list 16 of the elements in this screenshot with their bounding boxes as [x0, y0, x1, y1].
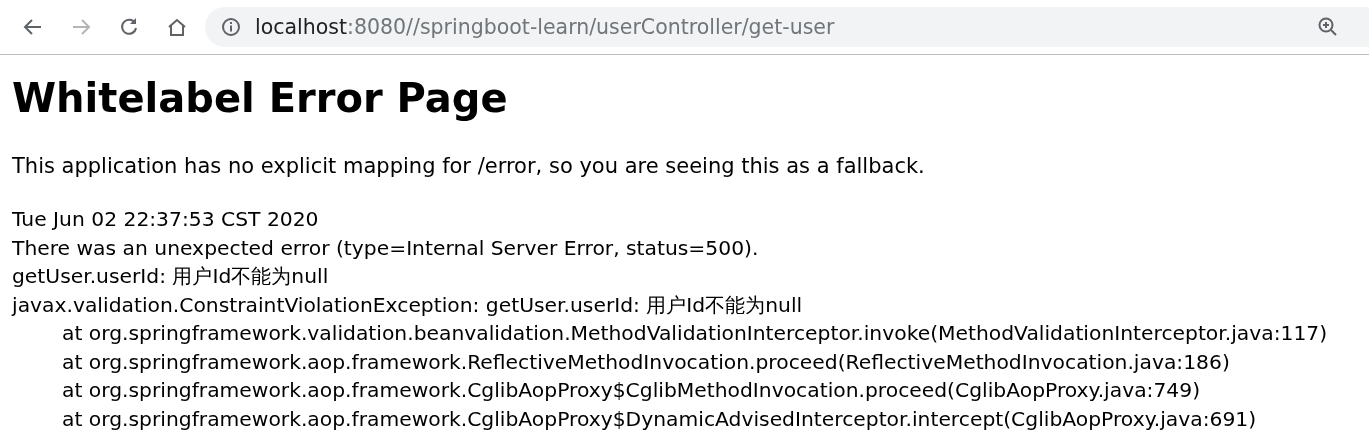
error-detail: getUser.userId: 用户Id不能为null	[12, 263, 330, 290]
address-bar[interactable]: localhost:8080//springboot-learn/userController/get-user	[205, 7, 1369, 47]
stack-trace-line: at org.springframework.aop.framework.CglibAopProxy$CglibMethodInvocation.proceed(CglibAopProxy.java:749)	[61, 377, 1202, 404]
reload-icon	[118, 16, 140, 38]
error-detail: There was an unexpected error (type=Internal Server Error, status=500).	[12, 234, 760, 262]
stack-trace-line: at org.springframework.aop.framework.CglibAopProxy$DynamicAdvisedInterceptor.intercept(CglibAopProxy.java:691)	[61, 405, 1258, 433]
error-detail: Tue Jun 02 22:37:53 CST 2020	[12, 206, 320, 233]
stack-trace-line: at org.springframework.aop.framework.ReflectiveMethodInvocation.proceed(ReflectiveMethodInvocation.java:186)	[61, 348, 1231, 376]
page-title: Whitelabel Error Page	[12, 74, 509, 123]
error-message: This application has no explicit mapping for /error, so you are seeing this as a fallback.	[12, 153, 926, 179]
error-detail: javax.validation.ConstraintViolationException: getUser.userId: 用户Id不能为null	[12, 291, 804, 319]
zoom-in-icon[interactable]	[1317, 16, 1339, 38]
info-icon	[221, 17, 241, 37]
home-icon	[166, 16, 188, 38]
url-text: localhost:8080//springboot-learn/userController/get-user	[255, 15, 836, 39]
stack-trace-line: at org.springframework.validation.beanvalidation.MethodValidationInterceptor.invoke(MethodValidationInterceptor.java:117)	[61, 320, 1329, 347]
